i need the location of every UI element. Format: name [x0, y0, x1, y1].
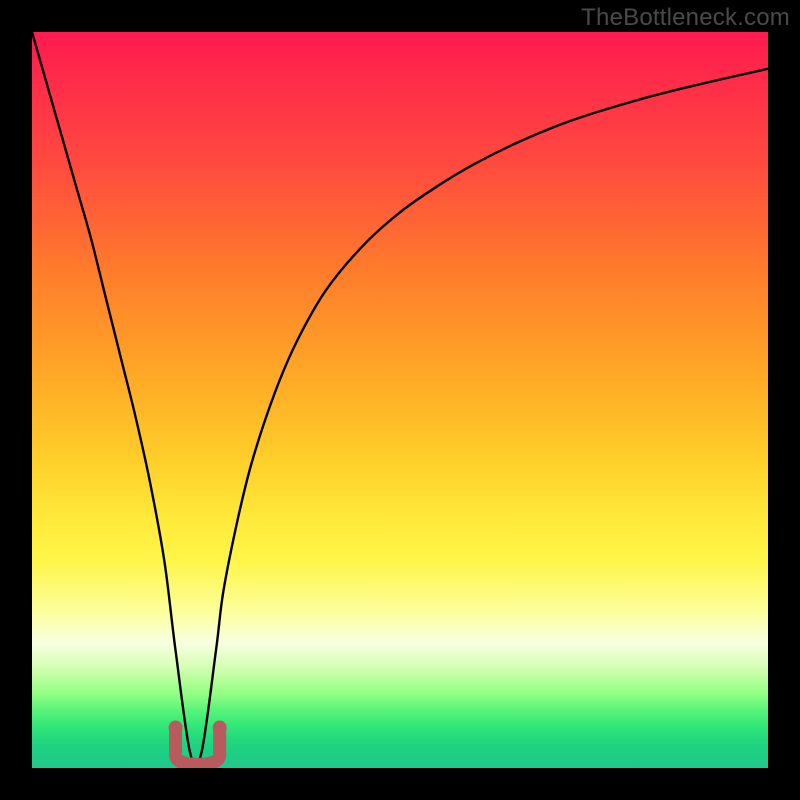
valley-marker — [176, 728, 220, 765]
watermark-text: TheBottleneck.com — [581, 4, 790, 32]
bottleneck-curve — [32, 32, 768, 768]
valley-marker-dot-left — [169, 721, 183, 735]
valley-marker-dot-right — [213, 721, 227, 735]
curve-path — [32, 32, 768, 766]
plot-area — [32, 32, 768, 768]
chart-frame: TheBottleneck.com — [0, 0, 800, 800]
